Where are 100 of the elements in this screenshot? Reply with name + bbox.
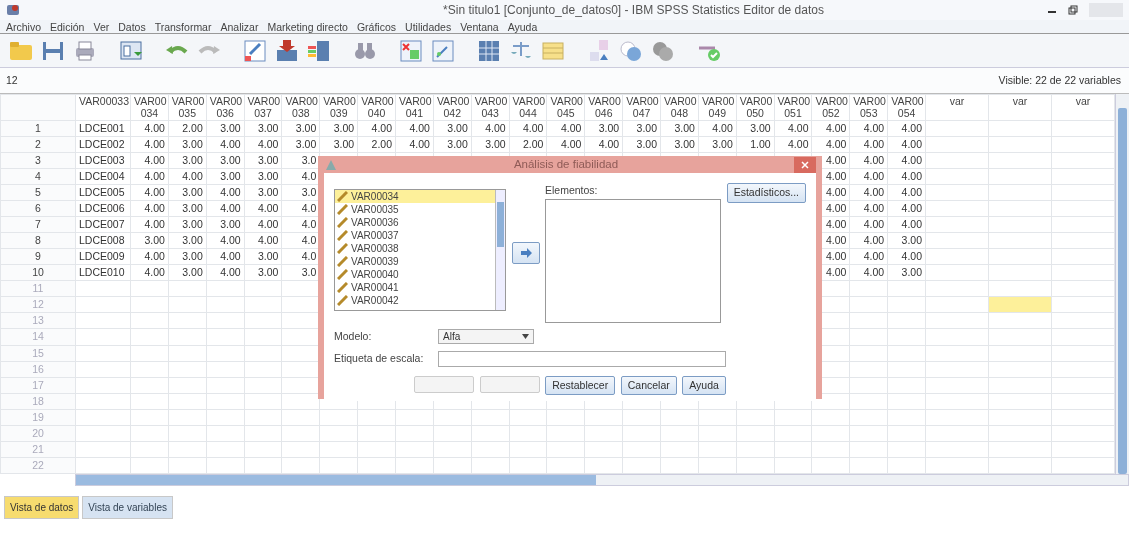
table-cell: 3.00: [660, 136, 699, 153]
table-cell: LDCE005: [75, 184, 131, 201]
column-header[interactable]: VAR00 037: [244, 94, 282, 121]
table-cell: 3.00: [736, 120, 775, 137]
column-header[interactable]: VAR00 039: [319, 94, 358, 121]
column-header[interactable]: var: [925, 94, 989, 121]
table-cell: 4.00: [357, 120, 396, 137]
dialog-button[interactable]: Ayuda: [682, 375, 726, 396]
column-header[interactable]: VAR00 035: [168, 94, 207, 121]
column-header[interactable]: VAR00 049: [698, 94, 737, 121]
table-cell: 4.00: [887, 200, 926, 217]
table-cell: 4.00: [887, 184, 926, 201]
dialog-button[interactable]: Restablecer: [545, 375, 616, 396]
table-cell: LDCE007: [75, 216, 131, 233]
menu-item[interactable]: Ver: [93, 20, 110, 33]
column-header[interactable]: VAR00 051: [774, 94, 812, 121]
restore-icon[interactable]: [1068, 5, 1078, 15]
column-header[interactable]: VAR00 041: [395, 94, 434, 121]
column-header[interactable]: VAR00 044: [509, 94, 547, 121]
table-cell: 4.00: [546, 136, 585, 153]
view-tab[interactable]: Vista de variables: [82, 496, 173, 519]
horizontal-scrollbar[interactable]: [75, 474, 1129, 486]
dialog-button[interactable]: Cancelar: [620, 375, 677, 396]
list-item[interactable]: VAR00042: [335, 293, 495, 307]
insert-column-icon[interactable]: [430, 37, 456, 64]
menu-item[interactable]: Analizar: [220, 20, 259, 33]
menu-item[interactable]: Edición: [50, 20, 85, 33]
column-header[interactable]: VAR00 040: [357, 94, 396, 121]
model-label: Modelo:: [334, 329, 373, 344]
menu-item[interactable]: Datos: [118, 20, 146, 33]
list-item[interactable]: VAR00037: [335, 228, 495, 242]
target-list[interactable]: [545, 199, 721, 323]
table-cell: 4.00: [130, 264, 169, 281]
model-dropdown[interactable]: Alfa: [438, 329, 534, 345]
list-item[interactable]: VAR00040: [335, 267, 495, 281]
menu-item[interactable]: Archivo: [6, 20, 41, 33]
table-cell: 3.00: [244, 264, 282, 281]
list-item[interactable]: VAR00039: [335, 254, 495, 268]
table-cell[interactable]: [1051, 296, 1115, 313]
table-cell: 4.00: [130, 168, 169, 185]
column-header[interactable]: VAR00 047: [622, 94, 661, 121]
table-cell: 4.00: [887, 136, 926, 153]
table-cell: 3.00: [471, 136, 510, 153]
list-item[interactable]: VAR00041: [335, 280, 495, 294]
column-header[interactable]: var: [1051, 94, 1115, 121]
menu-item[interactable]: Transformar: [154, 20, 212, 33]
vertical-scrollbar[interactable]: [1115, 94, 1129, 474]
column-header[interactable]: VAR00 043: [471, 94, 510, 121]
window-title: *Sin titulo1 [Conjunto_de_datos0] - IBM SPSS Statistics Editor de datos: [442, 2, 825, 19]
table-down-arrow-icon[interactable]: [274, 37, 300, 64]
table-cell[interactable]: [925, 296, 989, 313]
column-header[interactable]: VAR00 050: [736, 94, 775, 121]
column-header[interactable]: VAR00 052: [811, 94, 850, 121]
list-item[interactable]: VAR00038: [335, 241, 495, 255]
table-cell: 3.00: [319, 136, 358, 153]
menu-item[interactable]: Gráficos: [356, 20, 397, 33]
table-cell: LDCE004: [75, 168, 131, 185]
menu-item[interactable]: Utilidades: [405, 20, 452, 33]
table-cell: 4.00: [130, 200, 169, 217]
variable-list[interactable]: VAR00034 VAR00035 VAR00036 VAR00037 VAR00038 VAR00039 VAR00040 VAR00041 VAR00042: [334, 188, 506, 311]
table-cell: 4.00: [130, 216, 169, 233]
variable-count: Visible: 22 de 22 variables: [998, 72, 1121, 88]
list-item[interactable]: VAR00034: [335, 189, 495, 203]
ruler-icon: [337, 268, 348, 280]
column-header[interactable]: VAR00 038: [281, 94, 320, 121]
insert-row-icon[interactable]: [398, 37, 424, 64]
column-header[interactable]: VAR00 045: [546, 94, 585, 121]
ruler-icon: [337, 203, 348, 215]
menu-item[interactable]: Ventana: [460, 20, 499, 33]
table-cell: 3.00: [887, 232, 926, 249]
column-header[interactable]: VAR00033: [75, 94, 131, 121]
list-item[interactable]: VAR00036: [335, 215, 495, 229]
column-header[interactable]: VAR00 053: [849, 94, 888, 121]
column-header[interactable]: VAR00 054: [887, 94, 926, 121]
table-cell: 3.00: [244, 168, 282, 185]
input-field[interactable]: [438, 350, 726, 367]
column-header[interactable]: VAR00 046: [584, 94, 623, 121]
table-cell: 4.00: [849, 136, 888, 153]
list-item[interactable]: VAR00035: [335, 202, 495, 216]
table-cell: 4.00: [849, 200, 888, 217]
column-header[interactable]: var: [988, 94, 1052, 121]
column-header[interactable]: VAR00 048: [660, 94, 699, 121]
table-cell: 4.00: [849, 216, 888, 233]
table-cell: 4.00: [849, 248, 888, 265]
table-cell: 3.00: [168, 264, 207, 281]
list-scrollbar[interactable]: [495, 189, 505, 310]
table-cell: LDCE006: [75, 200, 131, 217]
dialog-title: Análisis de fiabilidad: [512, 157, 620, 172]
view-tab[interactable]: Vista de datos: [4, 496, 80, 519]
menu-item[interactable]: Marketing directo: [267, 20, 348, 33]
table-cell: 3.00: [319, 120, 358, 137]
statistics-button[interactable]: Estadísticos...: [726, 183, 806, 203]
table-cell: 3.00: [168, 248, 207, 265]
move-button[interactable]: [511, 242, 540, 265]
column-header[interactable]: VAR00 034: [130, 94, 169, 121]
table-cell: 3.00: [206, 168, 245, 185]
table-cell: 4.00: [849, 232, 888, 249]
column-header[interactable]: VAR00 042: [433, 94, 472, 121]
menu-item[interactable]: Ayuda: [507, 20, 538, 33]
column-header[interactable]: VAR00 036: [206, 94, 245, 121]
